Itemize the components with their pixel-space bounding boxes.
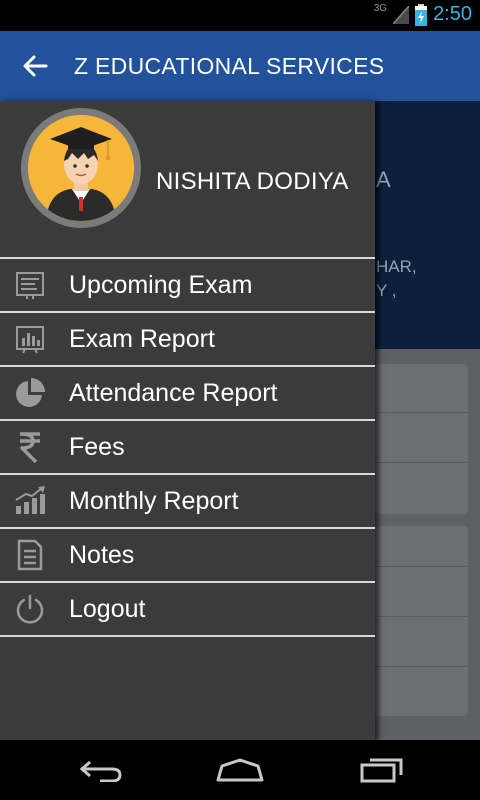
system-nav-bar (0, 740, 480, 800)
nav-back-button[interactable] (70, 752, 130, 788)
arrow-left-icon (23, 55, 48, 77)
power-icon (0, 583, 60, 635)
growth-chart-icon (0, 475, 60, 527)
menu-item-label: Upcoming Exam (69, 270, 253, 299)
network-type: 3G (373, 3, 388, 14)
menu-item-label: Monthly Report (69, 486, 239, 515)
clock: 2:50 (433, 3, 472, 25)
nav-home-button[interactable] (210, 752, 270, 788)
menu-item-label: Notes (69, 540, 135, 569)
battery-icon (415, 3, 428, 26)
app-title: Z EDUCATIONAL SERVICES (74, 52, 385, 79)
app-bar: Z EDUCATIONAL SERVICES (0, 31, 480, 101)
back-icon (79, 760, 122, 782)
notes-icon (0, 529, 60, 581)
graduate-avatar-icon (28, 115, 134, 221)
menu-item-upcoming-exam[interactable]: Upcoming Exam (0, 257, 375, 311)
signal-icon (393, 5, 410, 24)
avatar (21, 108, 141, 228)
bar-chart-icon (0, 313, 60, 365)
rupee-icon (0, 421, 60, 473)
menu-item-label: Attendance Report (69, 378, 278, 407)
menu-item-logout[interactable]: Logout (0, 581, 375, 637)
menu-item-notes[interactable]: Notes (0, 527, 375, 581)
user-name: NISHITA DODIYA (156, 168, 349, 195)
nav-recents-button[interactable] (352, 752, 412, 788)
menu-item-exam-report[interactable]: Exam Report (0, 311, 375, 365)
profile-header: NISHITA DODIYA (0, 101, 375, 257)
status-bar: 3G 2:50 (0, 0, 480, 31)
menu-item-fees[interactable]: Fees (0, 419, 375, 473)
banner-text: HAR, (376, 257, 417, 276)
recents-icon (360, 758, 403, 783)
menu-item-monthly-report[interactable]: Monthly Report (0, 473, 375, 527)
menu-item-label: Fees (69, 432, 125, 461)
pie-chart-icon (0, 367, 60, 419)
menu-item-label: Exam Report (69, 324, 215, 353)
menu-item-label: Logout (69, 594, 146, 623)
menu-item-attendance-report[interactable]: Attendance Report (0, 365, 375, 419)
back-button[interactable] (0, 31, 70, 101)
navigation-drawer: NISHITA DODIYA Upcoming Exam Exam Report… (0, 101, 382, 740)
exam-list-icon (0, 259, 60, 311)
home-icon (216, 758, 264, 782)
drawer-menu: Upcoming Exam Exam Report Attendance Rep… (0, 257, 375, 637)
